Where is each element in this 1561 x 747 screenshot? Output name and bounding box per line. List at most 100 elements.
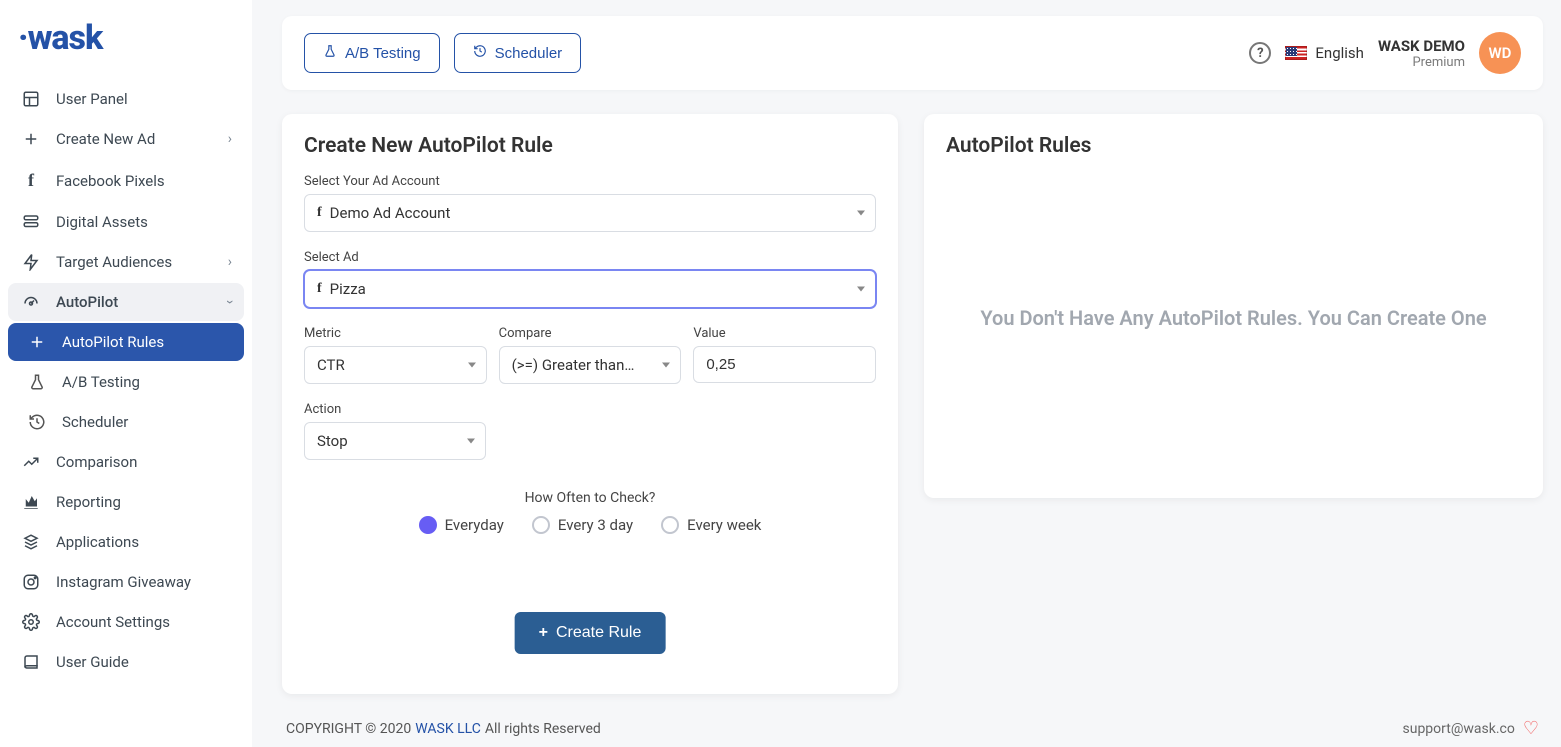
sidebar-item-account-settings[interactable]: Account Settings	[8, 603, 244, 641]
radio-label: Everyday	[445, 516, 504, 534]
history-icon	[26, 413, 48, 431]
copyright-suffix: All rights Reserved	[485, 721, 601, 737]
language-selector[interactable]: English	[1285, 44, 1364, 62]
sidebar-item-label: Reporting	[56, 493, 121, 511]
radio-every-3-day[interactable]: Every 3 day	[532, 516, 633, 534]
value-label: Value	[693, 326, 876, 341]
trend-icon	[20, 453, 42, 471]
radio-dot-icon	[419, 516, 437, 534]
sidebar-item-applications[interactable]: Applications	[8, 523, 244, 561]
card-title: AutoPilot Rules	[946, 134, 1521, 158]
chevron-right-icon: ›	[228, 254, 232, 270]
sidebar-item-facebook-pixels[interactable]: f Facebook Pixels	[8, 160, 244, 201]
assets-icon	[20, 213, 42, 231]
create-rule-button[interactable]: + Create Rule	[515, 612, 666, 654]
scheduler-button[interactable]: Scheduler	[454, 33, 582, 73]
create-rule-card: Create New AutoPilot Rule Select Your Ad…	[282, 114, 898, 694]
instagram-icon	[20, 573, 42, 591]
sidebar-item-label: Account Settings	[56, 613, 170, 631]
sidebar-item-label: User Guide	[56, 653, 129, 671]
radio-everyday[interactable]: Everyday	[419, 516, 504, 534]
sidebar-item-create-new-ad[interactable]: Create New Ad ›	[8, 120, 244, 158]
action-select[interactable]: Stop	[304, 422, 486, 460]
stack-icon	[20, 533, 42, 551]
sidebar-item-reporting[interactable]: Reporting	[8, 483, 244, 521]
sidebar-item-label: Create New Ad	[56, 130, 155, 148]
flask-icon	[323, 44, 337, 62]
user-block: WASK DEMO Premium	[1378, 37, 1465, 70]
sidebar-item-label: AutoPilot Rules	[62, 333, 164, 351]
sidebar-item-label: AutoPilot	[56, 293, 118, 311]
action-label: Action	[304, 402, 486, 417]
user-plan: Premium	[1378, 55, 1465, 70]
card-title: Create New AutoPilot Rule	[304, 134, 876, 158]
sidebar-item-scheduler[interactable]: Scheduler	[8, 403, 244, 441]
sidebar-item-label: A/B Testing	[62, 373, 140, 391]
radio-every-week[interactable]: Every week	[661, 516, 761, 534]
sidebar-item-ab-testing[interactable]: A/B Testing	[8, 363, 244, 401]
sidebar-item-label: Instagram Giveaway	[56, 573, 191, 591]
brand-text: wask	[28, 18, 103, 58]
chevron-right-icon: ›	[228, 131, 232, 147]
history-icon	[473, 44, 487, 62]
value-input[interactable]	[693, 346, 876, 383]
sidebar-item-label: Facebook Pixels	[56, 172, 165, 190]
radio-dot-icon	[661, 516, 679, 534]
button-label: Create Rule	[556, 624, 641, 642]
copyright-prefix: COPYRIGHT © 2020	[286, 721, 411, 737]
sidebar-item-autopilot-rules[interactable]: AutoPilot Rules	[8, 323, 244, 361]
plus-icon	[26, 333, 48, 351]
avatar[interactable]: WD	[1479, 32, 1521, 74]
support-email[interactable]: support@wask.co	[1403, 721, 1515, 737]
radio-label: Every 3 day	[558, 516, 633, 534]
gauge-icon	[20, 293, 42, 311]
sidebar-item-user-guide[interactable]: User Guide	[8, 643, 244, 681]
chevron-down-icon: ›	[222, 300, 238, 304]
flask-icon	[26, 373, 48, 391]
heart-icon: ♡	[1523, 718, 1539, 739]
sidebar-item-label: Applications	[56, 533, 139, 551]
company-link[interactable]: WASK LLC	[415, 721, 481, 737]
ad-account-select[interactable]: f Demo Ad Account	[304, 194, 876, 232]
sidebar-item-label: Target Audiences	[56, 253, 172, 271]
radio-dot-icon	[532, 516, 550, 534]
sidebar: ·wask User Panel Create New Ad › f Faceb…	[0, 0, 252, 747]
panel-icon	[20, 90, 42, 108]
sidebar-item-instagram-giveaway[interactable]: Instagram Giveaway	[8, 563, 244, 601]
facebook-icon: f	[317, 281, 322, 297]
caret-down-icon	[468, 363, 476, 368]
sidebar-item-user-panel[interactable]: User Panel	[8, 80, 244, 118]
autopilot-rules-card: AutoPilot Rules You Don't Have Any AutoP…	[924, 114, 1543, 498]
radio-label: Every week	[687, 516, 761, 534]
topbar: A/B Testing Scheduler ? English WASK DEM…	[282, 16, 1543, 90]
sidebar-item-target-audiences[interactable]: Target Audiences ›	[8, 243, 244, 281]
gear-icon	[20, 613, 42, 631]
footer: COPYRIGHT © 2020 WASK LLC All rights Res…	[282, 704, 1543, 747]
sidebar-item-digital-assets[interactable]: Digital Assets	[8, 203, 244, 241]
metric-label: Metric	[304, 326, 487, 341]
sidebar-item-autopilot[interactable]: AutoPilot ›	[8, 283, 244, 321]
select-ad-select[interactable]: f Pizza	[304, 270, 876, 308]
bolt-icon	[20, 253, 42, 271]
sidebar-item-comparison[interactable]: Comparison	[8, 443, 244, 481]
sidebar-item-label: Comparison	[56, 453, 137, 471]
sidebar-item-label: User Panel	[56, 90, 128, 108]
plus-icon	[20, 130, 42, 148]
compare-select[interactable]: (>=) Greater than ...	[499, 346, 682, 384]
chart-icon	[20, 493, 42, 511]
select-value: Demo Ad Account	[330, 204, 451, 222]
button-label: Scheduler	[495, 45, 563, 62]
sidebar-item-label: Scheduler	[62, 413, 128, 431]
user-name: WASK DEMO	[1378, 37, 1465, 55]
caret-down-icon	[857, 211, 865, 216]
caret-down-icon	[662, 363, 670, 368]
select-ad-label: Select Ad	[304, 250, 876, 265]
main-content: A/B Testing Scheduler ? English WASK DEM…	[252, 0, 1561, 747]
ad-account-label: Select Your Ad Account	[304, 174, 876, 189]
help-icon[interactable]: ?	[1249, 42, 1271, 64]
us-flag-icon	[1285, 46, 1307, 60]
ab-testing-button[interactable]: A/B Testing	[304, 33, 440, 73]
metric-select[interactable]: CTR	[304, 346, 487, 384]
caret-down-icon	[857, 287, 865, 292]
select-value: Stop	[317, 432, 348, 450]
